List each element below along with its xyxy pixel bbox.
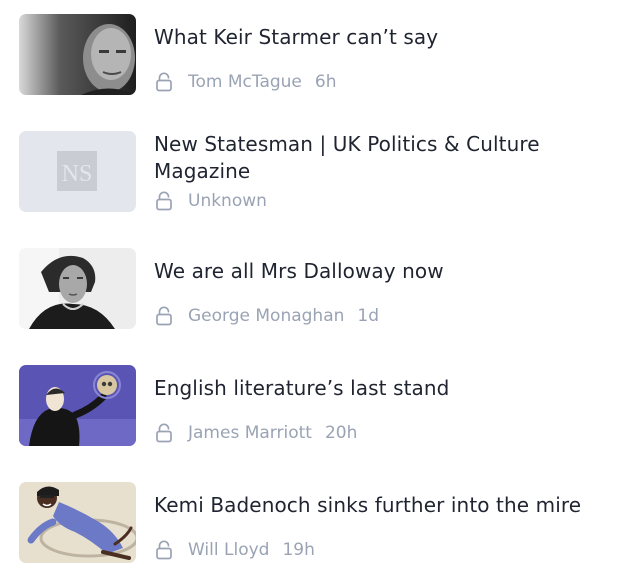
illustration-image <box>19 365 136 446</box>
article-thumbnail[interactable]: NS <box>19 131 136 212</box>
unlock-icon <box>155 72 173 92</box>
article-meta: James Marriott 20h <box>155 422 357 444</box>
new-statesman-logo: NS <box>19 131 136 212</box>
article-time: 19h <box>282 540 315 560</box>
article-time: 20h <box>324 423 358 443</box>
logo-text: NS <box>62 161 93 187</box>
article-meta: Tom McTague 6h <box>155 71 336 93</box>
unlock-icon <box>155 306 173 326</box>
article-title[interactable]: English literature’s last stand <box>154 375 609 402</box>
article-meta: George Monaghan 1d <box>155 305 379 327</box>
article-thumbnail[interactable] <box>19 482 136 563</box>
article-thumbnail[interactable] <box>19 248 136 329</box>
article-thumbnail[interactable] <box>19 365 136 446</box>
article-author[interactable]: James Marriott <box>188 423 312 443</box>
article-item[interactable]: NS New Statesman | UK Politics & Culture… <box>19 131 609 213</box>
article-item[interactable]: What Keir Starmer can’t say Tom McTague … <box>19 14 609 96</box>
article-author[interactable]: Will Lloyd <box>188 540 269 560</box>
portrait-image <box>19 14 136 95</box>
unlock-icon <box>155 423 173 443</box>
article-meta: Will Lloyd 19h <box>155 539 315 561</box>
illustration-image <box>19 482 136 563</box>
article-title[interactable]: What Keir Starmer can’t say <box>154 24 609 51</box>
article-title[interactable]: We are all Mrs Dalloway now <box>154 258 609 285</box>
article-time: 6h <box>314 72 337 92</box>
article-title[interactable]: New Statesman | UK Politics & Culture Ma… <box>154 131 609 185</box>
article-meta: Unknown <box>155 190 280 212</box>
article-item[interactable]: Kemi Badenoch sinks further into the mir… <box>19 482 609 564</box>
article-thumbnail[interactable] <box>19 14 136 95</box>
unlock-icon <box>155 191 173 211</box>
article-item[interactable]: We are all Mrs Dalloway now George Monag… <box>19 248 609 330</box>
article-author[interactable]: Unknown <box>188 191 267 211</box>
article-author[interactable]: Tom McTague <box>188 72 302 92</box>
article-feed: What Keir Starmer can’t say Tom McTague … <box>0 0 622 576</box>
unlock-icon <box>155 540 173 560</box>
article-time: 1d <box>357 306 380 326</box>
article-item[interactable]: English literature’s last stand James Ma… <box>19 365 609 447</box>
article-author[interactable]: George Monaghan <box>188 306 344 326</box>
article-title[interactable]: Kemi Badenoch sinks further into the mir… <box>154 492 609 519</box>
portrait-image <box>19 248 136 329</box>
